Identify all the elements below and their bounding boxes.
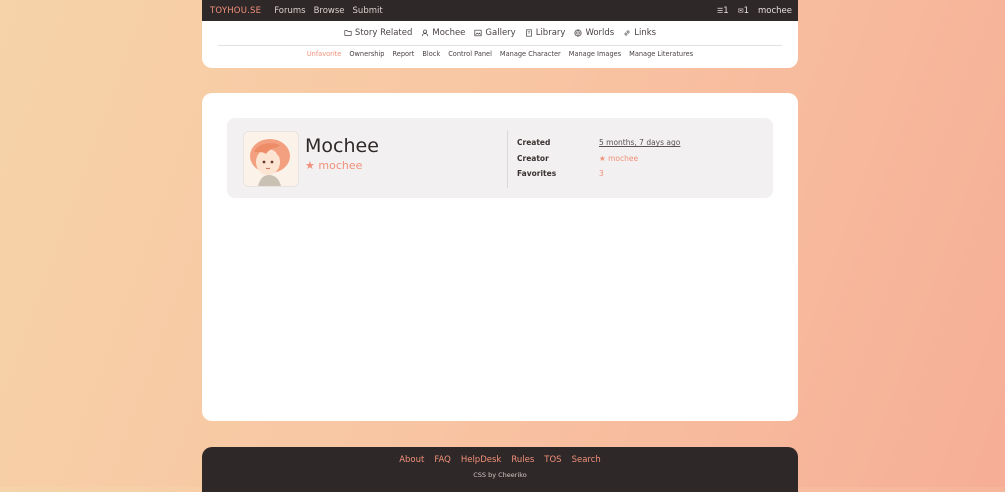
ownership-link[interactable]: Ownership — [349, 50, 384, 58]
avatar[interactable] — [243, 131, 299, 187]
notifications-count: 1 — [723, 5, 729, 16]
favorites-label: Favorites — [517, 169, 557, 179]
manage-literatures-link[interactable]: Manage Literatures — [629, 50, 693, 58]
nav-submit[interactable]: Submit — [353, 6, 383, 16]
tab-label: Library — [535, 28, 566, 38]
tab-worlds[interactable]: Worlds — [574, 28, 614, 38]
owner-link[interactable]: ★ mochee — [305, 159, 362, 172]
image-icon — [474, 29, 482, 37]
creator-label: Creator — [517, 153, 549, 163]
tab-library[interactable]: Library — [525, 28, 566, 38]
meta-row-creator: Creator ★ mochee — [517, 151, 680, 167]
footer-faq[interactable]: FAQ — [434, 455, 450, 465]
book-icon — [525, 29, 532, 37]
manage-character-link[interactable]: Manage Character — [500, 50, 561, 58]
avatar-image — [244, 132, 298, 186]
messages-count: 1 — [743, 5, 749, 16]
css-credit: CSS by Cheeriko — [473, 471, 527, 479]
tab-label: Mochee — [432, 28, 466, 38]
user-menu: ☰1 ✉1 mochee — [717, 6, 792, 16]
footer-rules[interactable]: Rules — [511, 455, 534, 465]
star-icon: ★ — [599, 153, 606, 163]
meta-row-created: Created 5 months, 7 days ago — [517, 135, 680, 151]
username-link[interactable]: mochee — [758, 6, 792, 16]
top-nav: Forums Browse Submit — [274, 6, 383, 16]
footer-about[interactable]: About — [399, 455, 424, 465]
profile-card: Mochee ★ mochee Created 5 months, 7 days… — [227, 118, 773, 198]
creator-link[interactable]: ★ mochee — [599, 154, 638, 163]
meta-row-favorites: Favorites 3 — [517, 166, 680, 182]
footer-links: About FAQ HelpDesk Rules TOS Search — [202, 455, 798, 465]
owner-name: mochee — [318, 159, 363, 172]
nav-forums[interactable]: Forums — [274, 6, 305, 16]
tab-label: Story Related — [354, 28, 413, 38]
tab-story-related[interactable]: Story Related — [344, 28, 412, 38]
link-icon — [624, 30, 630, 36]
tab-links[interactable]: Links — [623, 28, 656, 38]
tab-label: Links — [634, 28, 657, 38]
character-name: Mochee — [305, 135, 379, 157]
footer: About FAQ HelpDesk Rules TOS Search CSS … — [202, 447, 798, 492]
user-icon — [422, 29, 429, 37]
tab-character[interactable]: Mochee — [421, 28, 465, 38]
profile-divider — [507, 130, 508, 188]
report-link[interactable]: Report — [393, 50, 415, 58]
tab-gallery[interactable]: Gallery — [474, 28, 516, 38]
created-value[interactable]: 5 months, 7 days ago — [599, 138, 680, 147]
unfavorite-link[interactable]: Unfavorite — [307, 50, 342, 58]
manage-images-link[interactable]: Manage Images — [569, 50, 621, 58]
created-label: Created — [517, 138, 551, 148]
messages-button[interactable]: ✉1 — [738, 6, 749, 16]
notifications-button[interactable]: ☰1 — [717, 6, 729, 16]
favorites-count[interactable]: 3 — [599, 169, 604, 178]
main-content: Mochee ★ mochee Created 5 months, 7 days… — [202, 93, 798, 421]
block-link[interactable]: Block — [422, 50, 440, 58]
nav-browse[interactable]: Browse — [314, 6, 345, 16]
footer-search[interactable]: Search — [572, 455, 601, 465]
globe-icon — [574, 29, 582, 37]
folder-icon — [344, 30, 352, 36]
star-icon: ★ — [305, 159, 315, 172]
footer-helpdesk[interactable]: HelpDesk — [461, 455, 502, 465]
creator-name: mochee — [608, 153, 639, 163]
tab-label: Gallery — [485, 28, 516, 38]
site-logo[interactable]: TOYHOU.SE — [210, 6, 261, 16]
profile-meta: Created 5 months, 7 days ago Creator ★ m… — [517, 135, 680, 182]
character-actions: Unfavorite Ownership Report Block Contro… — [202, 50, 798, 58]
control-panel-link[interactable]: Control Panel — [448, 50, 492, 58]
tab-label: Worlds — [585, 28, 615, 38]
footer-tos[interactable]: TOS — [544, 455, 561, 465]
character-nav-panel: Story Related Mochee Gallery Library Wor… — [202, 21, 798, 68]
nav-divider — [218, 45, 782, 46]
top-navbar: TOYHOU.SE Forums Browse Submit ☰1 ✉1 moc… — [202, 0, 798, 21]
character-tabs: Story Related Mochee Gallery Library Wor… — [202, 28, 798, 38]
